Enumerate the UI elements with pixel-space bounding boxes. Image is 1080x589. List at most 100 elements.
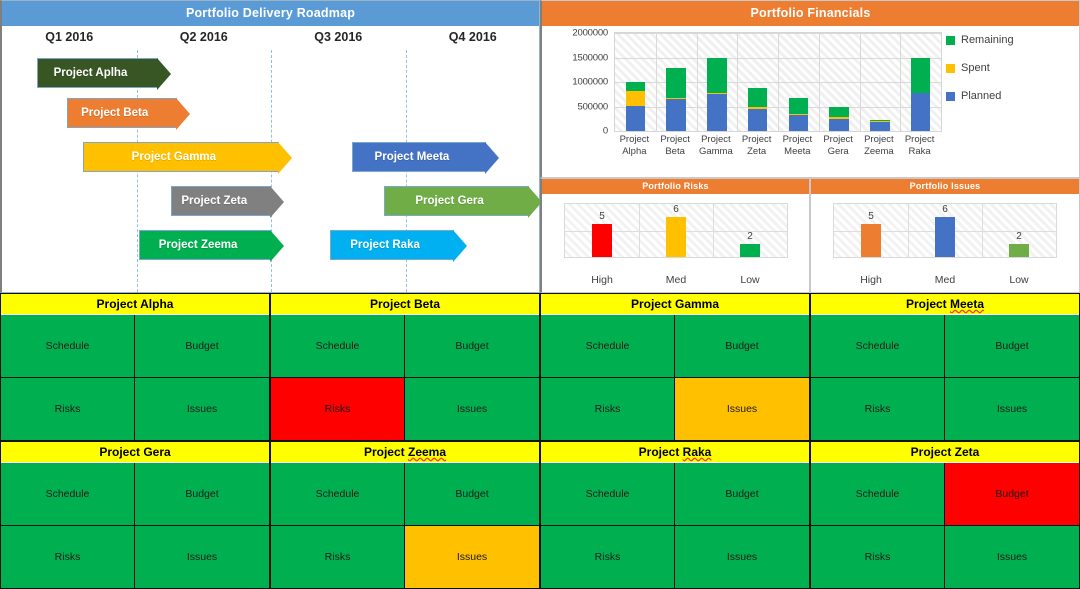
project-card-project-zeta[interactable]: Project Zeta Schedule Budget Risks Issues xyxy=(810,441,1080,589)
x-tick-label: Project Zeta xyxy=(741,134,772,157)
roadmap-bar-project-gamma[interactable]: Project Gamma xyxy=(82,142,293,174)
rag-cell-schedule[interactable]: Schedule xyxy=(811,315,945,378)
bar-value-label: 5 xyxy=(599,210,605,222)
project-card-project-meeta[interactable]: Project Meeta Schedule Budget Risks Issues xyxy=(810,293,1080,441)
rag-cell-label: Schedule xyxy=(585,339,630,352)
financials-x-axis: Project Alpha Project Beta Project Gamma Pr… xyxy=(614,134,942,176)
project-card-project-beta[interactable]: Project Beta Schedule Budget Risks Issues xyxy=(270,293,540,441)
bar-stack-project-beta[interactable] xyxy=(666,68,686,131)
rag-cell-label: Budget xyxy=(995,339,1029,352)
project-card-project-zeema[interactable]: Project Zeema Schedule Budget Risks Issues xyxy=(270,441,540,589)
bar-segment-planned xyxy=(829,119,849,131)
bar-high[interactable] xyxy=(860,223,882,257)
rag-cell-label: Budget xyxy=(995,487,1029,500)
roadmap-bar-project-aplha[interactable]: Project Aplha xyxy=(36,58,172,90)
rag-cell-schedule[interactable]: Schedule xyxy=(271,315,405,378)
rag-cell-risks[interactable]: Risks xyxy=(541,525,675,588)
rag-cell-label: Risks xyxy=(594,402,621,415)
rag-cell-issues[interactable]: Issues xyxy=(135,377,269,440)
rag-cell-issues[interactable]: Issues xyxy=(405,525,539,588)
rag-cell-budget[interactable]: Budget xyxy=(135,315,269,378)
rag-cell-risks[interactable]: Risks xyxy=(1,525,135,588)
bar-med[interactable] xyxy=(934,217,956,257)
bar-stack-project-meeta[interactable] xyxy=(788,97,809,131)
roadmap-bar-label: Project Zeema xyxy=(158,239,238,251)
roadmap-bar-project-raka[interactable]: Project Raka xyxy=(330,230,467,262)
rag-cell-label: Issues xyxy=(186,402,218,415)
spellcheck-underline: Zeema xyxy=(407,445,447,459)
rag-cell-risks[interactable]: Risks xyxy=(271,377,405,440)
project-card-title: Project Raka xyxy=(541,442,809,463)
project-card-project-raka[interactable]: Project Raka Schedule Budget Risks Issues xyxy=(540,441,810,589)
financials-y-axis: 0 500000 1000000 1500000 2000000 xyxy=(542,28,612,137)
bar-med[interactable] xyxy=(665,217,687,257)
roadmap-bar-project-meeta[interactable]: Project Meeta xyxy=(351,142,500,174)
bar-low[interactable] xyxy=(1008,243,1030,257)
rag-cell-schedule[interactable]: Schedule xyxy=(541,463,675,526)
risks-plot-area: 5 High 6 Med 2 Low xyxy=(564,203,788,286)
financials-title: Portfolio Financials xyxy=(542,1,1079,26)
rag-cell-budget[interactable]: Budget xyxy=(945,315,1079,378)
rag-cell-budget[interactable]: Budget xyxy=(405,463,539,526)
rag-cell-issues[interactable]: Issues xyxy=(945,377,1079,440)
rag-cell-schedule[interactable]: Schedule xyxy=(271,463,405,526)
project-card-rag-grid: Schedule Budget Risks Issues xyxy=(1,315,269,440)
rag-cell-label: Budget xyxy=(725,339,759,352)
bar-value-label: 2 xyxy=(1016,230,1022,242)
x-tick-label: Project Gamma xyxy=(698,134,733,157)
project-card-project-gamma[interactable]: Project Gamma Schedule Budget Risks Issues xyxy=(540,293,810,441)
category-label: Med xyxy=(934,274,956,286)
bar-segment-remaining xyxy=(910,57,931,93)
arrow-head-icon xyxy=(452,230,467,262)
bar-stack-project-zeta[interactable] xyxy=(747,87,768,131)
rag-cell-risks[interactable]: Risks xyxy=(541,377,675,440)
bar-stack-project-zeema[interactable] xyxy=(870,120,890,131)
rag-cell-label: Budget xyxy=(185,487,219,500)
roadmap-bar-project-beta[interactable]: Project Beta xyxy=(66,98,190,130)
project-card-project-alpha[interactable]: Project Alpha Schedule Budget Risks Issues xyxy=(0,293,270,441)
rag-cell-label: Issues xyxy=(996,402,1028,415)
risks-title: Portfolio Risks xyxy=(542,179,809,194)
roadmap-bar-project-zeta[interactable]: Project Zeta xyxy=(171,186,284,218)
rag-cell-schedule[interactable]: Schedule xyxy=(811,463,945,526)
roadmap-title: Portfolio Delivery Roadmap xyxy=(2,1,539,26)
rag-cell-schedule[interactable]: Schedule xyxy=(1,315,135,378)
rag-cell-risks[interactable]: Risks xyxy=(811,525,945,588)
rag-cell-label: Risks xyxy=(54,402,81,415)
bar-stack-project-alpha[interactable] xyxy=(625,82,646,131)
rag-cell-label: Risks xyxy=(324,402,351,415)
quarter-header-3: Q3 2016 xyxy=(314,30,363,44)
bar-value-label: 2 xyxy=(747,230,753,242)
project-card-rag-grid: Schedule Budget Risks Issues xyxy=(541,463,809,588)
spellcheck-underline: Meeta xyxy=(950,297,985,311)
rag-cell-label: Issues xyxy=(726,550,758,563)
bar-low[interactable] xyxy=(739,243,761,257)
bar-stack-project-raka[interactable] xyxy=(910,57,931,131)
bar-stack-project-gera[interactable] xyxy=(829,107,849,131)
project-card-project-gera[interactable]: Project Gera Schedule Budget Risks Issues xyxy=(0,441,270,589)
rag-cell-budget[interactable]: Budget xyxy=(675,315,809,378)
rag-cell-risks[interactable]: Risks xyxy=(271,525,405,588)
rag-cell-label: Issues xyxy=(996,550,1028,563)
rag-cell-schedule[interactable]: Schedule xyxy=(1,463,135,526)
rag-cell-risks[interactable]: Risks xyxy=(811,377,945,440)
rag-cell-issues[interactable]: Issues xyxy=(945,525,1079,588)
roadmap-bar-project-gera[interactable]: Project Gera xyxy=(383,186,543,218)
rag-cell-budget[interactable]: Budget xyxy=(405,315,539,378)
rag-cell-budget[interactable]: Budget xyxy=(135,463,269,526)
rag-cell-risks[interactable]: Risks xyxy=(1,377,135,440)
bar-stack-project-gamma[interactable] xyxy=(707,57,727,131)
rag-cell-issues[interactable]: Issues xyxy=(135,525,269,588)
rag-cell-issues[interactable]: Issues xyxy=(675,525,809,588)
x-tick-label: Project Alpha xyxy=(619,134,650,157)
legend-swatch-icon xyxy=(946,91,955,101)
bar-high[interactable] xyxy=(591,223,613,257)
category-label: High xyxy=(591,274,613,286)
roadmap-timeline: Q1 2016 Q2 2016 Q3 2016 Q4 2016 Project Aplh… xyxy=(2,26,543,292)
rag-cell-issues[interactable]: Issues xyxy=(405,377,539,440)
roadmap-bar-project-zeema[interactable]: Project Zeema xyxy=(139,230,284,262)
rag-cell-schedule[interactable]: Schedule xyxy=(541,315,675,378)
rag-cell-budget[interactable]: Budget xyxy=(675,463,809,526)
rag-cell-budget[interactable]: Budget xyxy=(945,463,1079,526)
rag-cell-issues[interactable]: Issues xyxy=(675,377,809,440)
